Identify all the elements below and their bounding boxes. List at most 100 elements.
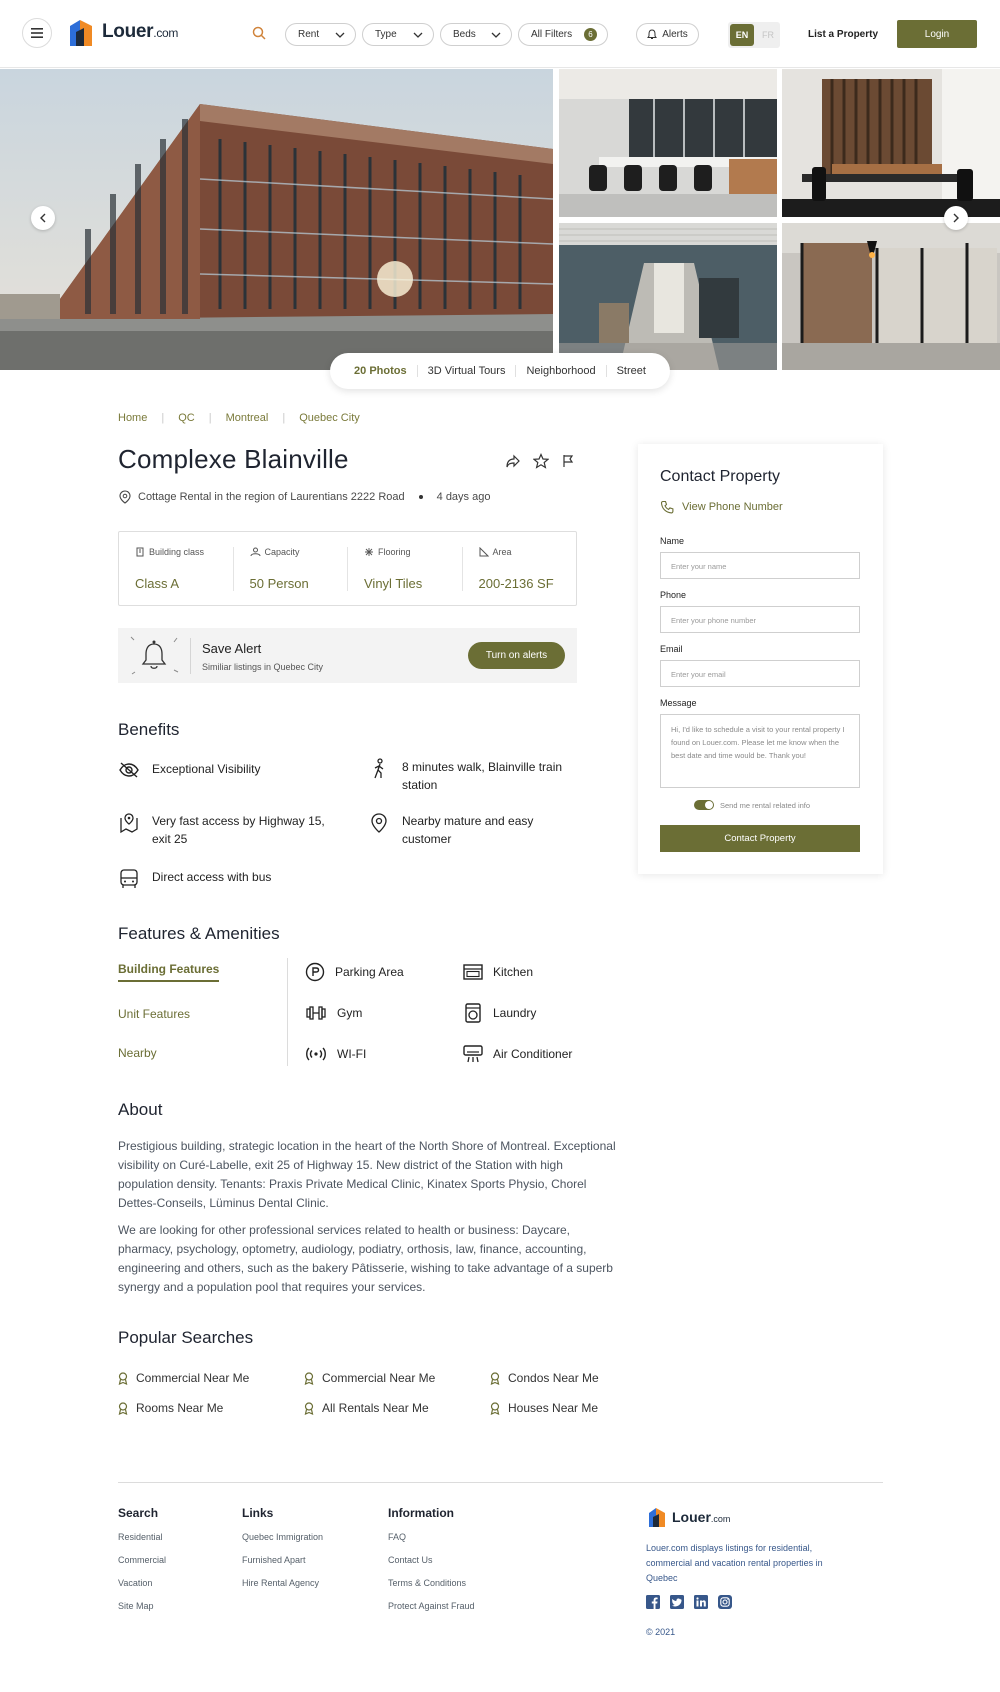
benefit-item: Direct access with bus <box>118 868 348 890</box>
footer-link[interactable]: Commercial <box>118 1555 166 1565</box>
washing-machine-icon <box>465 1003 481 1023</box>
footer-logo[interactable]: Louer.com <box>646 1505 730 1529</box>
kitchen-icon <box>463 964 483 980</box>
menu-button[interactable] <box>22 18 52 48</box>
breadcrumb-city[interactable]: Quebec City <box>299 412 360 424</box>
rent-filter[interactable]: Rent <box>285 23 356 46</box>
building-photo <box>0 69 553 370</box>
footer-link[interactable]: Vacation <box>118 1578 166 1588</box>
popular-search-link[interactable]: Rooms Near Me <box>118 1401 223 1415</box>
footer-link[interactable]: FAQ <box>388 1532 475 1542</box>
logo-suffix: .com <box>153 26 179 40</box>
footer-logo-suffix: .com <box>710 1514 731 1524</box>
contact-property-button[interactable]: Contact Property <box>660 825 860 852</box>
footer-link[interactable]: Terms & Conditions <box>388 1578 475 1588</box>
amenity-label: Air Conditioner <box>493 1047 573 1061</box>
thumbnail-photo[interactable] <box>782 69 1000 217</box>
tab-building-features[interactable]: Building Features <box>118 962 220 982</box>
main-photo[interactable] <box>0 69 553 370</box>
popular-search-link[interactable]: All Rentals Near Me <box>304 1401 429 1415</box>
thumbnail-photo[interactable] <box>782 223 1000 370</box>
phone-icon <box>660 500 674 514</box>
alerts-label: Alerts <box>662 29 688 40</box>
amenity-item: Parking Area <box>305 962 404 982</box>
amenity-label: Gym <box>337 1006 363 1020</box>
dumbbell-icon <box>306 1006 326 1020</box>
amenity-item: Gym <box>305 1003 362 1023</box>
footer-link[interactable]: Protect Against Fraud <box>388 1601 475 1611</box>
footer-link[interactable]: Contact Us <box>388 1555 475 1565</box>
spec-value: Class A <box>135 575 180 591</box>
name-input[interactable]: Enter your name <box>660 552 860 579</box>
footer-link[interactable]: Site Map <box>118 1601 166 1611</box>
popular-search-link[interactable]: Commercial Near Me <box>118 1371 249 1385</box>
share-icon[interactable] <box>505 453 521 469</box>
email-input[interactable]: Enter your email <box>660 660 860 687</box>
email-label: Email <box>660 644 683 654</box>
logo[interactable]: Louer.com <box>66 16 178 48</box>
amenity-label: WI-FI <box>337 1047 367 1061</box>
footer-heading: Search <box>118 1506 159 1520</box>
tab-street[interactable]: Street <box>607 365 656 377</box>
rental-info-toggle[interactable]: Send me rental related info <box>694 800 810 810</box>
thumbnail-photo[interactable] <box>559 223 777 370</box>
gallery-prev-button[interactable] <box>31 206 55 230</box>
popular-search-link[interactable]: Condos Near Me <box>490 1371 599 1385</box>
tab-neighborhood[interactable]: Neighborhood <box>516 365 607 377</box>
alerts-button[interactable]: Alerts <box>636 23 699 46</box>
contact-card: Contact Property View Phone Number Name … <box>638 444 883 874</box>
title-actions <box>505 453 575 469</box>
breadcrumb-region[interactable]: Montreal <box>226 412 269 424</box>
instagram-icon[interactable] <box>718 1595 732 1609</box>
popular-search-link[interactable]: Houses Near Me <box>490 1401 598 1415</box>
property-specs: Building class Class A Capacity 50 Perso… <box>118 531 577 606</box>
report-flag-icon[interactable] <box>561 453 575 469</box>
favorite-star-icon[interactable] <box>533 453 549 469</box>
air-conditioner-icon <box>463 1045 483 1063</box>
lang-fr[interactable]: FR <box>756 22 780 48</box>
search-button[interactable] <box>252 26 266 40</box>
about-paragraph: Prestigious building, strategic location… <box>118 1139 616 1210</box>
language-toggle[interactable]: EN FR <box>728 22 780 48</box>
tab-virtual-tours[interactable]: 3D Virtual Tours <box>418 365 517 377</box>
turn-on-alerts-button[interactable]: Turn on alerts <box>468 642 565 669</box>
footer-link[interactable]: Quebec Immigration <box>242 1532 323 1542</box>
amenity-item: WI-FI <box>305 1044 366 1064</box>
footer-link[interactable]: Furnished Apart <box>242 1555 323 1565</box>
search-icon <box>252 26 266 40</box>
linkedin-icon[interactable] <box>694 1595 708 1609</box>
breadcrumb-province[interactable]: QC <box>178 412 195 424</box>
meeting-room-photo <box>782 223 1000 370</box>
tab-photos[interactable]: 20 Photos <box>344 365 418 377</box>
divider <box>287 958 288 1066</box>
phone-input[interactable]: Enter your phone number <box>660 606 860 633</box>
beds-filter[interactable]: Beds <box>440 23 512 46</box>
twitter-icon[interactable] <box>670 1595 684 1609</box>
thumbnail-photo[interactable] <box>559 69 777 217</box>
list-property-link[interactable]: List a Property <box>808 29 878 40</box>
parking-icon <box>305 962 325 982</box>
footer-link[interactable]: Residential <box>118 1532 166 1542</box>
divider <box>190 638 191 674</box>
benefit-label: Very fast access by Highway 15, exit 25 <box>152 814 325 846</box>
view-phone-link[interactable]: View Phone Number <box>660 500 783 514</box>
all-filters-button[interactable]: All Filters 6 <box>518 23 608 46</box>
chevron-down-icon <box>491 32 501 38</box>
lang-en[interactable]: EN <box>730 24 754 46</box>
tab-unit-features[interactable]: Unit Features <box>118 1007 219 1021</box>
login-button[interactable]: Login <box>897 20 977 48</box>
copyright: © 2021 <box>646 1627 676 1637</box>
message-textarea[interactable]: Hi, I'd like to schedule a visit to your… <box>660 714 860 788</box>
tab-nearby[interactable]: Nearby <box>118 1046 219 1060</box>
popular-search-link[interactable]: Commercial Near Me <box>304 1371 435 1385</box>
facebook-icon[interactable] <box>646 1595 660 1609</box>
message-label: Message <box>660 698 697 708</box>
walking-icon <box>374 758 384 779</box>
breadcrumb-home[interactable]: Home <box>118 412 147 424</box>
popular-search-label: Commercial Near Me <box>136 1371 250 1385</box>
type-filter[interactable]: Type <box>362 23 434 46</box>
benefit-item: Nearby mature and easy customer <box>368 812 568 848</box>
footer-link[interactable]: Hire Rental Agency <box>242 1578 323 1588</box>
gallery-next-button[interactable] <box>944 206 968 230</box>
toggle-switch[interactable] <box>694 800 714 810</box>
